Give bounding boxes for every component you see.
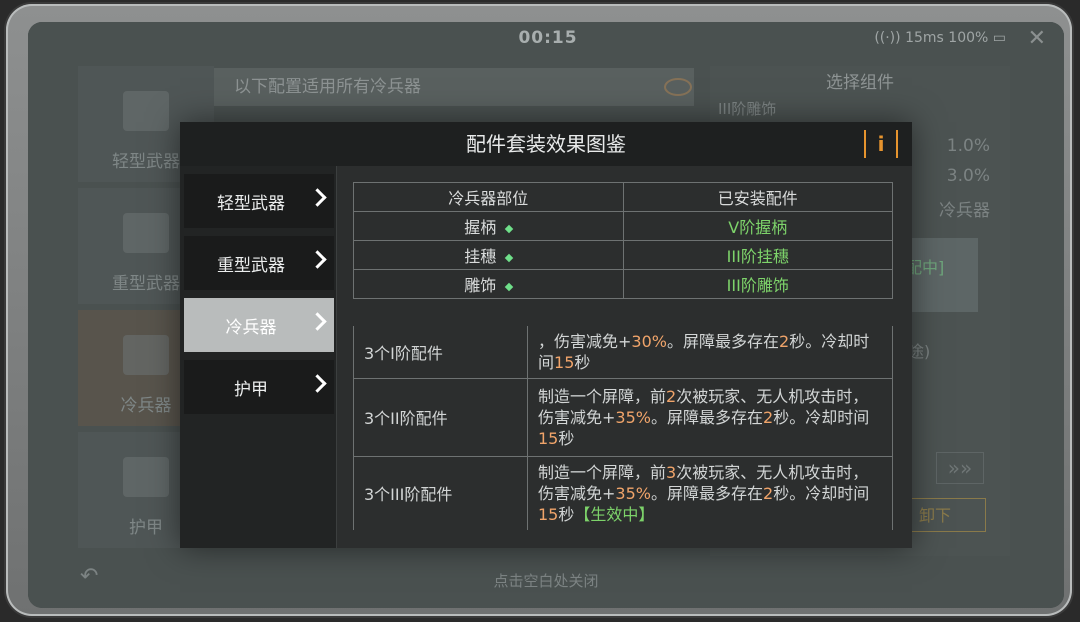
nav-item-armor[interactable]: 护甲: [184, 360, 334, 414]
part-cell: 雕饰: [353, 269, 624, 299]
chevron-right-icon: [308, 312, 327, 331]
eye-icon: [664, 78, 692, 96]
component-subtitle: III阶雕饰: [718, 100, 777, 118]
installed-cell: V阶握柄: [622, 211, 893, 241]
nav-item-label: 冷兵器: [225, 317, 277, 338]
installed-dot-icon: [505, 224, 514, 233]
stat-value: 1.0%: [946, 136, 990, 156]
device-frame: 00:15 ((·)) 15ms 100% ▭ ✕ 轻型武器 重型武器 冷兵器 …: [6, 4, 1072, 616]
installed-cell: III阶挂穗: [622, 240, 893, 270]
table-row: 3个III阶配件 制造一个屏障，前3次被玩家、无人机攻击时，伤害减免+35%。屏…: [353, 455, 893, 530]
chevron-right-icon: [308, 374, 327, 393]
stat-value: 3.0%: [946, 166, 990, 186]
smg-icon: [123, 91, 169, 131]
set-name: 3个I阶配件: [353, 326, 528, 378]
battery-icon: ▭: [992, 30, 1006, 46]
dialog-content: 冷兵器部位 已安装配件 握柄 V阶握柄 挂穗 III阶挂穗 雕饰 III阶雕饰: [337, 166, 912, 548]
active-status-badge: 【生效中】: [574, 504, 655, 524]
wifi-icon: ((·)): [874, 30, 901, 46]
table-row: 挂穗 III阶挂穗: [353, 240, 893, 270]
background-banner: 以下配置适用所有冷兵器: [214, 68, 694, 106]
column-header: 已安装配件: [622, 182, 893, 212]
chevron-right-icon: [308, 188, 327, 207]
installed-cell: III阶雕饰: [622, 269, 893, 299]
set-name: 3个II阶配件: [353, 377, 528, 456]
part-cell: 挂穗: [353, 240, 624, 270]
component-panel-title: 选择组件: [826, 73, 894, 93]
category-nav: 轻型武器 重型武器 冷兵器 护甲: [180, 166, 337, 548]
part-cell: 握柄: [353, 211, 624, 241]
set-effects-table: 3个I阶配件 ，伤害减免+30%。屏障最多存在2秒。冷却时间15秒 3个II阶配…: [353, 326, 893, 530]
parts-table: 冷兵器部位 已安装配件 握柄 V阶握柄 挂穗 III阶挂穗 雕饰 III阶雕饰: [353, 182, 893, 299]
dialog-title: 配件套装效果图鉴: [466, 132, 626, 156]
close-icon[interactable]: ✕: [1028, 26, 1046, 51]
nav-item-label: 护甲: [234, 379, 268, 400]
more-arrows-icon: »»: [936, 452, 984, 484]
set-description: 制造一个屏障，前3次被玩家、无人机攻击时，伤害减免+35%。屏障最多存在2秒。冷…: [527, 455, 893, 530]
table-row: 雕饰 III阶雕饰: [353, 269, 893, 299]
nav-item-melee[interactable]: 冷兵器: [184, 298, 334, 352]
battery-level: 100%: [948, 30, 989, 46]
table-row: 3个I阶配件 ，伤害减免+30%。屏障最多存在2秒。冷却时间15秒: [353, 326, 893, 378]
stat-label: 冷兵器: [939, 201, 990, 221]
match-timer: 00:15: [518, 28, 578, 48]
set-description: ，伤害减免+30%。屏障最多存在2秒。冷却时间15秒: [527, 326, 893, 378]
knife-icon: [123, 335, 169, 375]
installed-dot-icon: [505, 282, 514, 291]
installed-dot-icon: [505, 253, 514, 262]
dialog-header: 配件套装效果图鉴 i: [180, 122, 912, 167]
column-header: 冷兵器部位: [353, 182, 624, 212]
nav-item-heavy-weapons[interactable]: 重型武器: [184, 236, 334, 290]
rocket-launcher-icon: [123, 213, 169, 253]
unequip-button: 卸下: [908, 498, 986, 532]
game-screen: 00:15 ((·)) 15ms 100% ▭ ✕ 轻型武器 重型武器 冷兵器 …: [28, 22, 1064, 608]
table-row: 握柄 V阶握柄: [353, 211, 893, 241]
nav-item-light-weapons[interactable]: 轻型武器: [184, 174, 334, 228]
status-bar: ((·)) 15ms 100% ▭: [874, 30, 1006, 46]
close-hint: 点击空白处关闭: [493, 572, 599, 590]
table-row: 3个II阶配件 制造一个屏障，前2次被玩家、无人机攻击时，伤害减免+35%。屏障…: [353, 377, 893, 456]
nav-item-label: 重型武器: [217, 255, 285, 276]
set-effects-dialog: 配件套装效果图鉴 i 轻型武器 重型武器 冷兵器 护甲 冷兵器部位 已安装配件 …: [180, 122, 912, 548]
vest-icon: [123, 457, 169, 497]
network-latency: 15ms: [905, 30, 944, 46]
nav-item-label: 轻型武器: [217, 193, 285, 214]
table-header-row: 冷兵器部位 已安装配件: [353, 182, 893, 212]
info-button[interactable]: i: [864, 130, 898, 158]
set-description: 制造一个屏障，前2次被玩家、无人机攻击时，伤害减免+35%。屏障最多存在2秒。冷…: [527, 377, 893, 456]
chevron-right-icon: [308, 250, 327, 269]
set-name: 3个III阶配件: [353, 455, 528, 530]
